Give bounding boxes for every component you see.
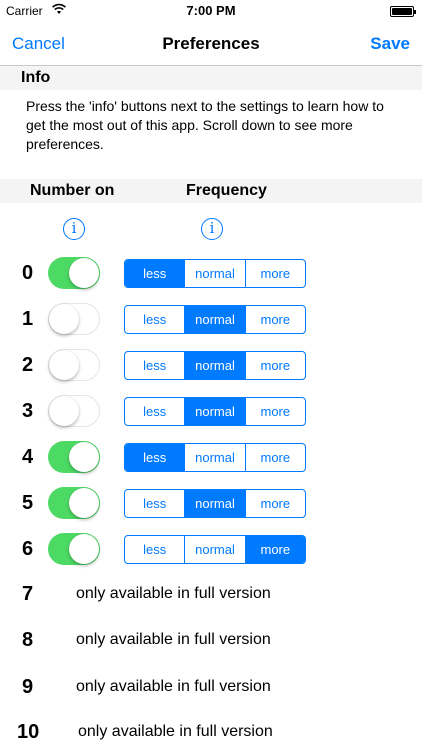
toggle-knob (69, 534, 99, 564)
locked-setting-row: 9 only available in full version (0, 668, 422, 708)
status-time: 7:00 PM (186, 3, 236, 18)
setting-row: 6 less normal more (0, 530, 422, 570)
frequency-normal-segment[interactable]: normal (184, 352, 245, 379)
frequency-segmented-control: less normal more (124, 351, 306, 380)
frequency-less-segment[interactable]: less (125, 260, 185, 287)
setting-row: 0 less normal more (0, 254, 422, 294)
frequency-segmented-control: less normal more (124, 489, 306, 518)
setting-row: 1 less normal more (0, 300, 422, 340)
number-on-column-title: Number on (30, 182, 115, 199)
full-version-message: only available in full version (78, 723, 273, 740)
row-number: 3 (22, 400, 34, 422)
battery-icon (390, 6, 416, 17)
number-on-toggle[interactable] (48, 441, 100, 473)
frequency-segmented-control: less normal more (124, 443, 306, 472)
row-number: 4 (22, 446, 34, 468)
setting-row: 2 less normal more (0, 346, 422, 386)
frequency-segmented-control: less normal more (124, 305, 306, 334)
frequency-normal-segment[interactable]: normal (184, 444, 244, 471)
number-on-info-icon[interactable]: i (63, 218, 85, 240)
settings-column-header: Number on Frequency (0, 179, 422, 203)
locked-setting-row: 10 only available in full version (0, 713, 422, 750)
toggle-knob (69, 442, 99, 472)
frequency-more-segment[interactable]: more (244, 398, 305, 425)
row-number: 7 (22, 583, 34, 605)
number-on-toggle[interactable] (48, 349, 100, 381)
frequency-less-segment[interactable]: less (125, 398, 184, 425)
frequency-column-title: Frequency (186, 182, 267, 199)
row-number: 1 (22, 308, 34, 330)
row-number: 9 (22, 676, 34, 698)
frequency-more-segment[interactable]: more (244, 306, 305, 333)
cancel-button[interactable]: Cancel (12, 34, 65, 54)
toggle-knob (69, 258, 99, 288)
number-on-toggle[interactable] (48, 533, 100, 565)
full-version-message: only available in full version (76, 678, 271, 695)
save-button[interactable]: Save (370, 34, 410, 54)
info-description: Press the 'info' buttons next to the set… (26, 98, 384, 152)
frequency-less-segment[interactable]: less (125, 490, 184, 517)
number-on-toggle[interactable] (48, 257, 100, 289)
frequency-info-icon[interactable]: i (201, 218, 223, 240)
setting-row: 4 less normal more (0, 438, 422, 478)
number-on-toggle[interactable] (48, 395, 100, 427)
frequency-less-segment[interactable]: less (125, 444, 185, 471)
status-bar: Carrier 7:00 PM (0, 0, 422, 22)
frequency-more-segment[interactable]: more (244, 444, 305, 471)
locked-setting-row: 7 only available in full version (0, 575, 422, 615)
toggle-knob (49, 395, 79, 426)
locked-setting-row: 8 only available in full version (0, 621, 422, 661)
frequency-less-segment[interactable]: less (125, 306, 184, 333)
frequency-less-segment[interactable]: less (125, 352, 184, 379)
frequency-normal-segment[interactable]: normal (184, 490, 245, 517)
row-number: 2 (22, 354, 34, 376)
row-number: 0 (22, 262, 34, 284)
frequency-segmented-control: less normal more (124, 397, 306, 426)
navigation-bar: Cancel Preferences Save (0, 22, 422, 66)
number-on-toggle[interactable] (48, 487, 100, 519)
row-number: 8 (22, 629, 34, 651)
frequency-normal-segment[interactable]: normal (184, 536, 244, 563)
setting-row: 5 less normal more (0, 484, 422, 524)
frequency-normal-segment[interactable]: normal (184, 398, 245, 425)
frequency-segmented-control: less normal more (124, 535, 306, 564)
row-number: 6 (22, 538, 34, 560)
info-section-header: Info (0, 66, 422, 90)
setting-row: 3 less normal more (0, 392, 422, 432)
full-version-message: only available in full version (76, 631, 271, 648)
frequency-normal-segment[interactable]: normal (184, 306, 245, 333)
frequency-more-segment[interactable]: more (244, 536, 305, 563)
frequency-more-segment[interactable]: more (244, 490, 305, 517)
toggle-knob (69, 488, 99, 518)
toggle-knob (49, 303, 79, 334)
frequency-less-segment[interactable]: less (125, 536, 184, 563)
toggle-knob (49, 349, 79, 380)
full-version-message: only available in full version (76, 585, 271, 602)
row-number: 10 (17, 721, 40, 743)
info-section-title: Info (21, 69, 51, 86)
row-number: 5 (22, 492, 34, 514)
number-on-toggle[interactable] (48, 303, 100, 335)
frequency-more-segment[interactable]: more (244, 352, 305, 379)
frequency-normal-segment[interactable]: normal (184, 260, 244, 287)
frequency-segmented-control: less normal more (124, 259, 306, 288)
frequency-more-segment[interactable]: more (244, 260, 305, 287)
